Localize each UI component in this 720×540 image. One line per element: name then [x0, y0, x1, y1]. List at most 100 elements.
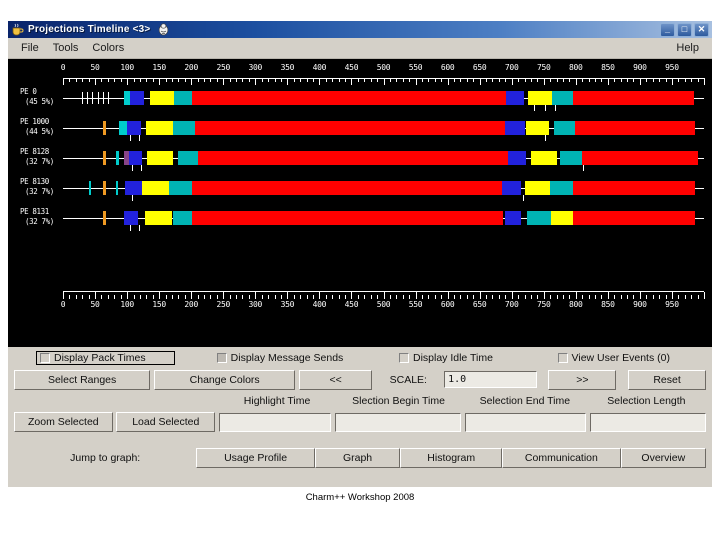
timeline-segment[interactable] — [149, 91, 174, 105]
axis-tick — [114, 78, 116, 82]
timeline-segment[interactable] — [505, 121, 525, 135]
pe-track[interactable] — [63, 91, 704, 111]
change-colors-button[interactable]: Change Colors — [154, 369, 296, 390]
selection-begin-input[interactable] — [334, 412, 462, 432]
pe-row[interactable]: PE 8128 (32 7%) — [8, 145, 712, 175]
timeline-segment[interactable] — [102, 151, 106, 165]
overview-button[interactable]: Overview — [620, 448, 707, 468]
timeline-segment[interactable] — [191, 91, 506, 105]
next-page-button[interactable]: >> — [548, 369, 617, 390]
checkbox-view-user-events[interactable]: View User Events (0) — [554, 352, 712, 364]
selection-end-input[interactable] — [464, 412, 587, 432]
timeline-segment[interactable] — [192, 211, 503, 225]
timeline-segment[interactable] — [125, 181, 142, 195]
pe-track[interactable] — [63, 151, 704, 171]
axis-tick — [287, 78, 289, 85]
timeline-segment[interactable] — [145, 211, 172, 225]
timeline-segment[interactable] — [554, 121, 575, 135]
menu-colors[interactable]: Colors — [85, 40, 131, 56]
timeline-segment[interactable] — [102, 121, 106, 135]
maximize-button[interactable]: □ — [677, 22, 692, 37]
timeline-segment[interactable] — [574, 121, 696, 135]
timeline-segment[interactable] — [130, 91, 145, 105]
menu-help[interactable]: Help — [669, 40, 706, 56]
timeline-segment[interactable] — [573, 181, 696, 195]
menu-tools[interactable]: Tools — [46, 40, 86, 56]
pe-row[interactable]: PE 0 (45 5%) — [8, 85, 712, 115]
timeline-segment[interactable] — [173, 121, 196, 135]
pe-track[interactable] — [63, 121, 704, 141]
timeline-segment[interactable] — [115, 151, 119, 165]
checkbox-display-idle-time[interactable]: Display Idle Time — [395, 352, 544, 364]
axis-tick — [127, 292, 129, 299]
timeline-segment[interactable] — [88, 181, 92, 195]
timeline-segment[interactable] — [102, 181, 106, 195]
timeline-segment[interactable] — [505, 211, 521, 225]
timeline-segment[interactable] — [195, 121, 506, 135]
axis-tick — [364, 78, 366, 82]
timeline-segment[interactable] — [197, 151, 509, 165]
highlight-time-input[interactable] — [218, 412, 331, 432]
message-send-tick — [534, 105, 536, 111]
zoom-selected-button[interactable]: Zoom Selected — [14, 412, 113, 432]
axis-tick — [152, 78, 154, 82]
timeline-segment[interactable] — [115, 181, 119, 195]
pe-track[interactable] — [63, 181, 704, 201]
timeline-segment[interactable] — [572, 91, 695, 105]
timeline-segment[interactable] — [191, 181, 503, 195]
timeline-segment[interactable] — [178, 151, 198, 165]
load-selected-button[interactable]: Load Selected — [116, 412, 216, 432]
timeline-segment[interactable] — [573, 211, 696, 225]
timeline-segment[interactable] — [560, 151, 583, 165]
timeline-segment[interactable] — [551, 211, 574, 225]
pe-row[interactable]: PE 1000 (44 5%) — [8, 115, 712, 145]
close-button[interactable]: ✕ — [694, 22, 709, 37]
axis-tick — [646, 295, 648, 299]
timeline-segment[interactable] — [146, 151, 173, 165]
checkbox-display-pack-times[interactable]: Display Pack Times — [36, 350, 175, 365]
timeline-segment[interactable] — [119, 121, 128, 135]
timeline-segment[interactable] — [505, 91, 524, 105]
menu-file[interactable]: File — [14, 40, 46, 56]
histogram-button[interactable]: Histogram — [400, 448, 503, 468]
selection-length-input[interactable] — [590, 412, 707, 432]
timeline-segment[interactable] — [173, 211, 193, 225]
timeline-segment[interactable] — [102, 211, 106, 225]
scale-input[interactable]: 1.0 — [444, 371, 537, 388]
checkbox-label: Display Pack Times — [54, 351, 146, 364]
timeline-segment[interactable] — [127, 121, 142, 135]
graph-button[interactable]: Graph — [314, 448, 401, 468]
pe-row[interactable]: PE 8130 (32 7%) — [8, 175, 712, 205]
communication-button[interactable]: Communication — [502, 448, 621, 468]
timeline-segment[interactable] — [525, 121, 549, 135]
pe-row[interactable]: PE 8131 (32 7%) — [8, 205, 712, 235]
timeline-segment[interactable] — [550, 181, 574, 195]
timeline-segment[interactable] — [524, 181, 551, 195]
timeline-segment[interactable] — [168, 181, 192, 195]
axis-tick — [216, 295, 218, 299]
timeline-segment[interactable] — [508, 151, 527, 165]
axis-tick-label: 250 — [216, 300, 231, 309]
timeline-segment[interactable] — [552, 91, 573, 105]
timeline-segment[interactable] — [527, 91, 553, 105]
select-ranges-button[interactable]: Select Ranges — [14, 369, 151, 390]
minimize-button[interactable]: _ — [660, 22, 675, 37]
timeline-segment[interactable] — [141, 181, 169, 195]
timeline-segment[interactable] — [146, 121, 174, 135]
timeline-segment[interactable] — [129, 151, 142, 165]
timeline-segment[interactable] — [582, 151, 698, 165]
pe-name: PE 8131 — [20, 207, 49, 216]
reset-button[interactable]: Reset — [628, 369, 706, 390]
scale-label: SCALE: — [389, 373, 427, 386]
timeline-segment[interactable] — [123, 211, 138, 225]
pe-track[interactable] — [63, 211, 704, 231]
previous-page-button[interactable]: << — [299, 369, 373, 390]
timeline-canvas[interactable]: 0 50 100 150 200 250 300 350 400 450 500 550 600 650 7… — [8, 59, 712, 347]
checkbox-display-message-sends[interactable]: Display Message Sends — [213, 352, 381, 364]
checkbox-box — [40, 352, 50, 363]
timeline-segment[interactable] — [173, 91, 192, 105]
timeline-segment[interactable] — [527, 211, 552, 225]
timeline-segment[interactable] — [502, 181, 522, 195]
timeline-segment[interactable] — [530, 151, 557, 165]
usage-profile-button[interactable]: Usage Profile — [196, 448, 315, 468]
